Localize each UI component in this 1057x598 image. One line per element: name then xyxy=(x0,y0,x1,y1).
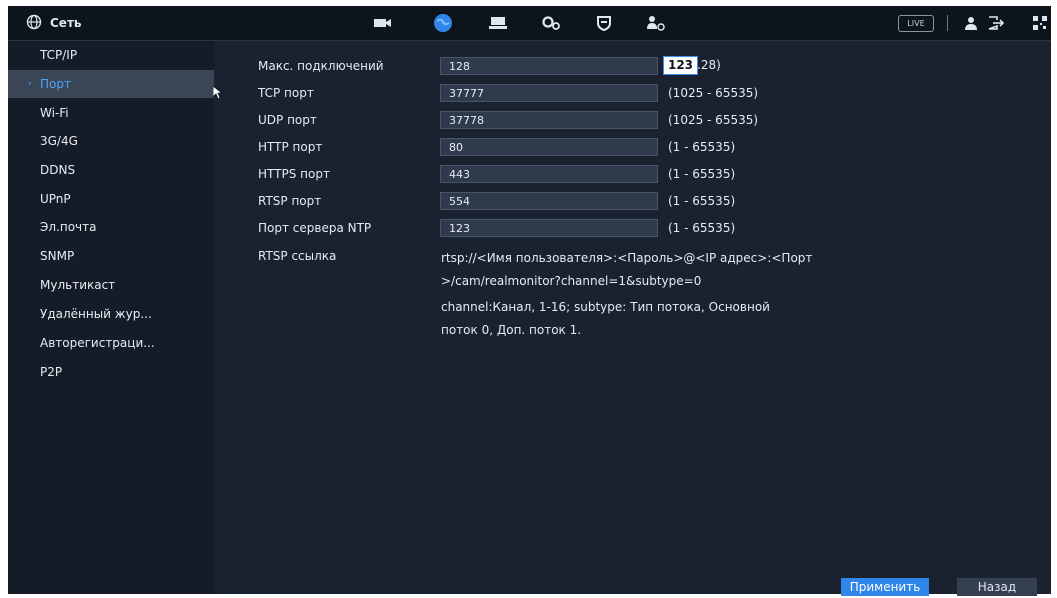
rtsp-help-line-1: channel:Канал, 1-16; subtype: Тип потока… xyxy=(441,300,770,314)
sidebar-item-tcpip[interactable]: TCP/IP xyxy=(8,41,214,69)
sidebar-item-3g4g[interactable]: 3G/4G xyxy=(8,127,214,155)
camera-icon[interactable] xyxy=(372,14,394,32)
user-icon[interactable] xyxy=(963,14,979,32)
sidebar-item-label: Wi-Fi xyxy=(40,106,69,120)
rtsp-help-line-2: поток 0, Доп. поток 1. xyxy=(441,323,582,337)
rtsp-link-label: RTSP ссылка xyxy=(258,249,337,263)
sidebar-item-label: P2P xyxy=(40,365,63,379)
sidebar-item-p2p[interactable]: P2P xyxy=(8,358,214,386)
sidebar-item-label: Эл.почта xyxy=(40,220,97,234)
https-port-label: HTTPS порт xyxy=(258,167,330,181)
https-port-range: (1 - 65535) xyxy=(668,167,736,181)
sidebar-item-auto-register[interactable]: Авторегистраци... xyxy=(8,329,214,357)
sidebar-item-ddns[interactable]: DDNS xyxy=(8,156,214,184)
top-navigation-bar: Сеть LIVE xyxy=(8,6,1051,41)
udp-port-label: UDP порт xyxy=(258,113,317,127)
system-gear-icon[interactable] xyxy=(540,14,562,32)
logout-icon[interactable] xyxy=(986,14,1008,32)
sidebar-item-port[interactable]: › Порт xyxy=(8,70,214,98)
settings-sidebar: TCP/IP › Порт Wi-Fi 3G/4G DDNS UPnP Эл.п… xyxy=(8,41,214,594)
live-button[interactable]: LIVE xyxy=(898,15,934,32)
sidebar-item-label: SNMP xyxy=(40,249,75,263)
sidebar-item-label: UPnP xyxy=(40,192,71,206)
sidebar-item-label: TCP/IP xyxy=(40,48,78,62)
topbar-divider xyxy=(947,15,948,31)
http-port-input[interactable]: 80 xyxy=(440,138,658,156)
network-globe-icon xyxy=(26,14,42,33)
network-icon[interactable] xyxy=(432,14,454,32)
live-label: LIVE xyxy=(907,19,925,28)
sidebar-item-label: Удалённый жур... xyxy=(40,307,152,321)
ntp-port-range: (1 - 65535) xyxy=(668,221,736,235)
http-port-range: (1 - 65535) xyxy=(668,140,736,154)
sidebar-item-snmp[interactable]: SNMP xyxy=(8,242,214,270)
ntp-port-input[interactable]: 123 xyxy=(440,219,658,237)
menu-title[interactable]: Сеть xyxy=(26,13,82,33)
max-connections-input[interactable]: 128 xyxy=(440,57,658,75)
rtsp-port-label: RTSP порт xyxy=(258,194,322,208)
storage-icon[interactable] xyxy=(487,14,509,32)
https-port-input[interactable]: 443 xyxy=(440,165,658,183)
tcp-port-label: TCP порт xyxy=(258,86,314,100)
rtsp-port-range: (1 - 65535) xyxy=(668,194,736,208)
max-connections-range: .28) xyxy=(697,58,721,72)
sidebar-item-wifi[interactable]: Wi-Fi xyxy=(8,99,214,127)
menu-title-text: Сеть xyxy=(50,16,82,30)
qr-code-icon[interactable] xyxy=(1032,14,1048,32)
max-connections-edit-value[interactable]: 123 xyxy=(663,56,698,75)
tcp-port-range: (1025 - 65535) xyxy=(668,86,759,100)
ntp-port-label: Порт сервера NTP xyxy=(258,221,372,235)
chevron-right-icon: › xyxy=(28,79,32,89)
security-shield-icon[interactable] xyxy=(593,14,615,32)
sidebar-item-label: Порт xyxy=(40,77,71,91)
back-button[interactable]: Назад xyxy=(957,578,1037,596)
http-port-label: HTTP порт xyxy=(258,140,323,154)
network-settings-window: Сеть LIVE TCP/IP › Порт Wi-Fi 3G/4G DDNS… xyxy=(8,6,1051,594)
sidebar-item-label: Мультикаст xyxy=(40,278,116,292)
mouse-cursor-icon xyxy=(213,86,223,100)
sidebar-item-remote-log[interactable]: Удалённый жур... xyxy=(8,300,214,328)
rtsp-link-line-1: rtsp://<Имя пользователя>:<Пароль>@<IP а… xyxy=(441,251,813,265)
sidebar-item-upnp[interactable]: UPnP xyxy=(8,185,214,213)
account-icon[interactable] xyxy=(645,14,667,32)
sidebar-item-email[interactable]: Эл.почта xyxy=(8,213,214,241)
rtsp-port-input[interactable]: 554 xyxy=(440,192,658,210)
sidebar-item-label: DDNS xyxy=(40,163,76,177)
rtsp-link-line-2: >/cam/realmonitor?channel=1&subtype=0 xyxy=(441,274,702,288)
sidebar-item-label: Авторегистраци... xyxy=(40,336,155,350)
tcp-port-input[interactable]: 37777 xyxy=(440,84,658,102)
sidebar-item-label: 3G/4G xyxy=(40,134,78,148)
max-connections-label: Макс. подключений xyxy=(258,59,384,73)
udp-port-range: (1025 - 65535) xyxy=(668,113,759,127)
sidebar-item-multicast[interactable]: Мультикаст xyxy=(8,271,214,299)
apply-button[interactable]: Применить xyxy=(841,578,929,596)
udp-port-input[interactable]: 37778 xyxy=(440,111,658,129)
